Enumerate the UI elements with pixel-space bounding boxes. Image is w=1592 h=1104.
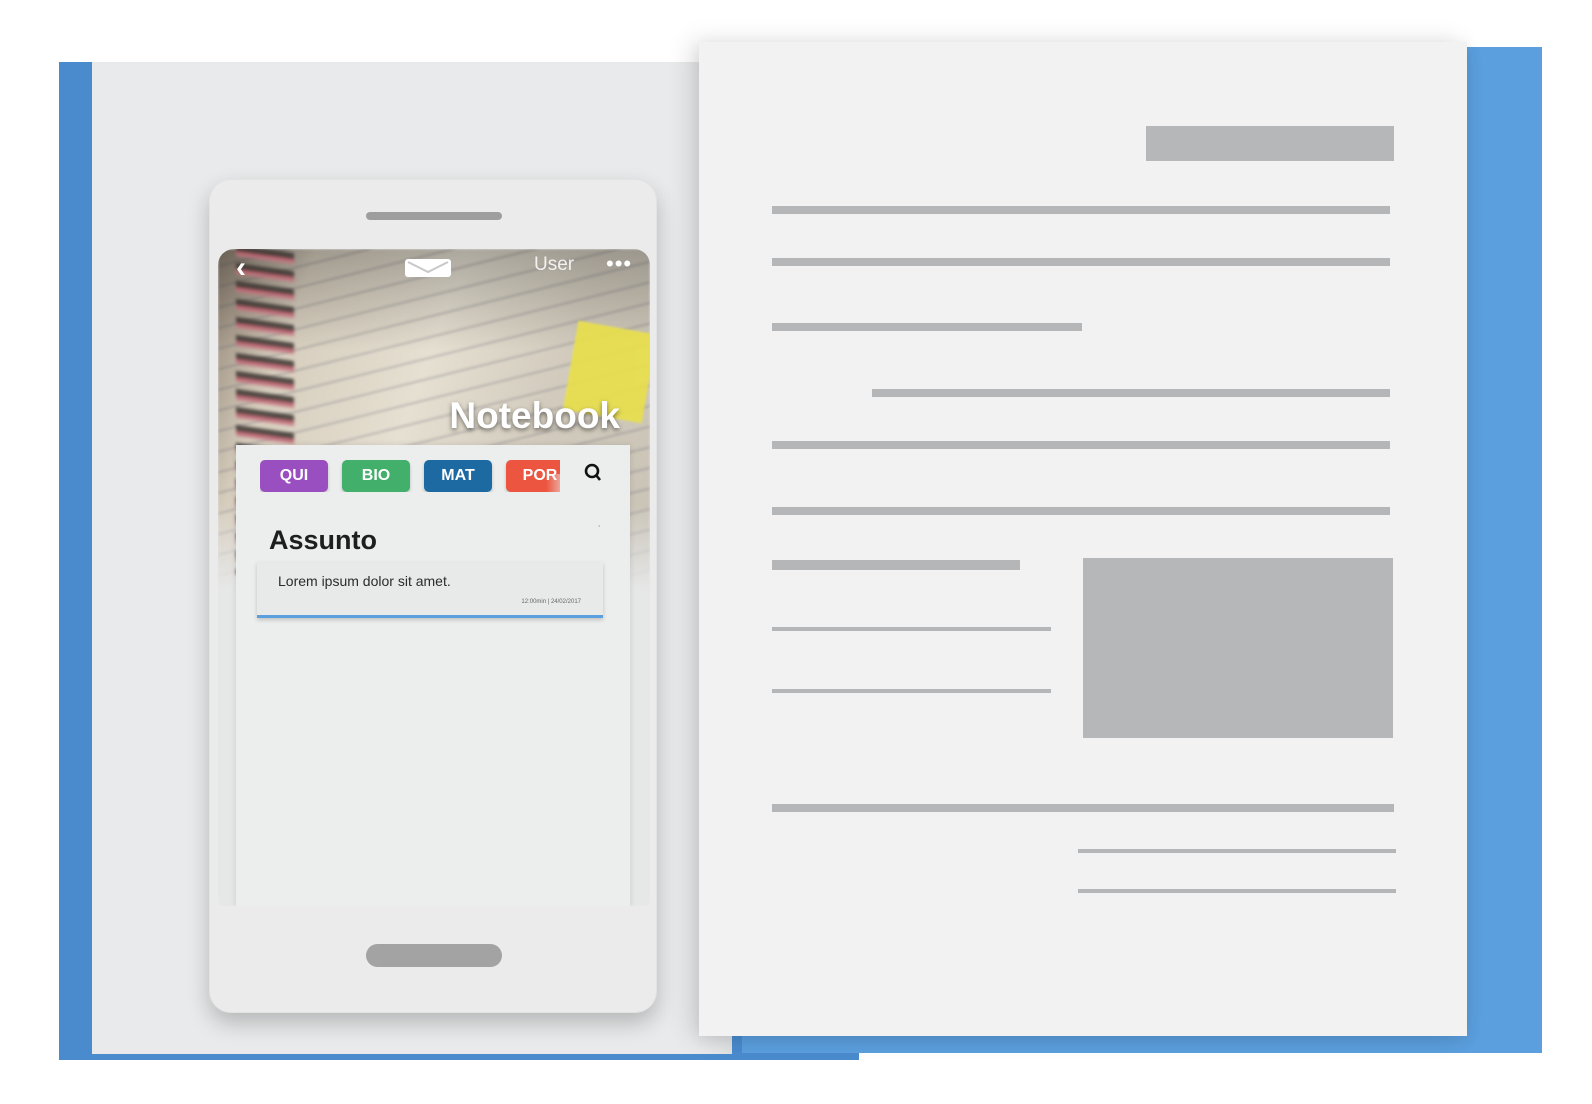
- collapse-indicator-icon[interactable]: ˙: [598, 525, 601, 536]
- doc-text-line: [872, 389, 1390, 397]
- phone-home-button: [366, 944, 502, 967]
- subject-chip-bio[interactable]: BIO: [342, 460, 410, 492]
- doc-text-line: [772, 323, 1082, 331]
- doc-heading-placeholder: [1146, 126, 1394, 161]
- doc-text-line: [772, 206, 1390, 214]
- envelope-icon[interactable]: [405, 259, 451, 277]
- doc-text-line: [772, 507, 1390, 515]
- doc-text-line: [772, 441, 1390, 449]
- search-icon[interactable]: [584, 463, 602, 488]
- notes-card: QUI BIO MAT POR Assunto ˙ Lorem ipsum do…: [236, 445, 630, 906]
- doc-text-line: [772, 258, 1390, 266]
- document-page: [699, 42, 1467, 1036]
- chevron-left-icon[interactable]: ‹: [236, 253, 246, 283]
- phone-mockup: ‹ User ••• Notebook QUI BIO MAT POR Assu…: [209, 179, 657, 1013]
- doc-text-line: [772, 804, 1394, 812]
- doc-text-line: [772, 627, 1051, 631]
- user-label[interactable]: User: [534, 254, 574, 276]
- doc-text-line: [1078, 849, 1396, 853]
- subject-heading: Assunto: [269, 525, 377, 555]
- note-item[interactable]: Lorem ipsum dolor sit amet. 12:00min | 2…: [257, 562, 603, 618]
- phone-screen: ‹ User ••• Notebook QUI BIO MAT POR Assu…: [218, 249, 650, 906]
- more-dots-icon[interactable]: •••: [606, 251, 632, 277]
- doc-text-line: [772, 689, 1051, 693]
- note-timestamp: 12:00min | 24/02/2017: [521, 599, 581, 605]
- note-text: Lorem ipsum dolor sit amet.: [278, 573, 451, 589]
- app-top-bar: ‹ User •••: [218, 249, 650, 289]
- subject-chip-list: QUI BIO MAT POR: [260, 460, 560, 492]
- chip-scroll-fade: [546, 474, 560, 492]
- subject-chip-mat[interactable]: MAT: [424, 460, 492, 492]
- doc-text-line: [772, 560, 1020, 570]
- doc-text-line: [1078, 889, 1396, 893]
- app-title: Notebook: [449, 395, 620, 436]
- doc-image-placeholder: [1083, 558, 1393, 738]
- phone-speaker: [366, 212, 502, 220]
- subject-chip-qui[interactable]: QUI: [260, 460, 328, 492]
